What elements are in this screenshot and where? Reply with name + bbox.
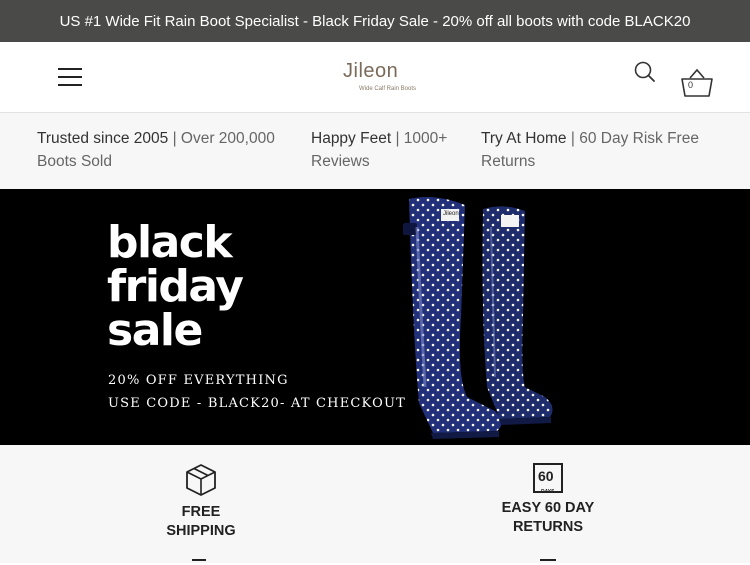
feature-easy-returns: 60 DAYS EASY 60 DAY RETURNS (478, 463, 618, 537)
hero-title-line: sale (107, 305, 203, 356)
rain-boots-image (403, 197, 553, 439)
logo[interactable]: Jileon Wide Calf Rain Boots (333, 56, 419, 98)
trust-item-happy-feet: Happy Feet | 1000+ Reviews (311, 127, 461, 173)
feature-line: FREE (181, 504, 221, 520)
hero-offer: 20% OFF EVERYTHING (108, 373, 289, 388)
trust-title: Trusted since 2005 (37, 130, 169, 147)
trust-title: Happy Feet (311, 130, 392, 147)
feature-line: SHIPPING (166, 523, 236, 539)
box-icon (186, 464, 216, 496)
cart-button[interactable]: 0 (680, 68, 714, 100)
partial-icon-right (540, 559, 556, 565)
cart-count: 0 (688, 80, 694, 90)
feature-free-shipping: FREE SHIPPING (141, 463, 261, 541)
60-days-icon: 60 DAYS (533, 463, 563, 495)
search-icon[interactable] (634, 61, 656, 83)
hamburger-menu-icon[interactable] (58, 68, 82, 86)
announcement-text: US #1 Wide Fit Rain Boot Specialist - Bl… (59, 12, 691, 30)
announcement-bar: US #1 Wide Fit Rain Boot Specialist - Bl… (0, 0, 750, 42)
hero-code: USE CODE - BLACK20- AT CHECKOUT (108, 396, 407, 411)
boot-label: Jileon (443, 211, 459, 217)
icon-subtext: DAYS (541, 489, 555, 495)
hero-banner[interactable]: black friday sale 20% OFF EVERYTHING USE… (0, 189, 750, 445)
features-section: FREE SHIPPING 60 DAYS EASY 60 DAY RETURN… (0, 445, 750, 563)
basket-icon (681, 68, 713, 97)
logo-text: Jileon (343, 60, 399, 82)
feature-line: RETURNS (512, 519, 584, 535)
trust-title: Try At Home (481, 130, 567, 147)
logo-subtext: Wide Calf Rain Boots (359, 86, 417, 92)
hero-title-line: black (107, 217, 233, 268)
hero-title: black friday sale (107, 217, 244, 356)
trust-item-try-at-home: Try At Home | 60 Day Risk Free Returns (481, 127, 711, 173)
partial-icon-left (192, 559, 206, 565)
trust-item-trusted: Trusted since 2005 | Over 200,000 Boots … (37, 127, 287, 173)
trust-bar: Trusted since 2005 | Over 200,000 Boots … (0, 113, 750, 189)
hero-title-line: friday (107, 261, 244, 312)
